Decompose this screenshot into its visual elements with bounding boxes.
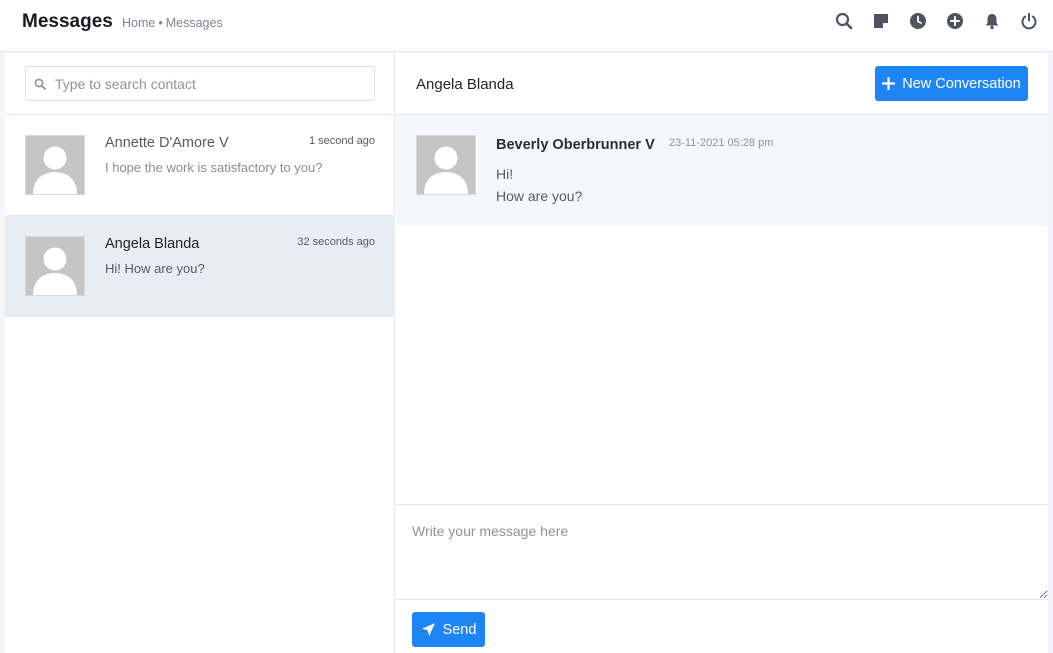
contact-item-active[interactable]: Angela Blanda 32 seconds ago Hi! How are… xyxy=(5,216,395,317)
message-list: Beverly Oberbrunner V 23-11-2021 05:28 p… xyxy=(396,115,1048,504)
search-icon[interactable] xyxy=(835,12,853,30)
avatar xyxy=(416,135,476,195)
contact-preview: I hope the work is satisfactory to you? xyxy=(105,160,323,175)
plus-icon xyxy=(882,77,896,90)
user-silhouette-icon xyxy=(417,136,475,194)
contact-name: Annette D'Amore V xyxy=(105,135,229,151)
message-text: How are you? xyxy=(496,188,583,204)
messages-panel: Annette D'Amore V 1 second ago I hope th… xyxy=(5,53,1048,653)
contact-preview: Hi! How are you? xyxy=(105,261,205,276)
conversation-panel: Angela Blanda New Conversation Beverly O… xyxy=(396,53,1048,653)
conversation-title: Angela Blanda xyxy=(416,76,514,93)
contact-search xyxy=(25,66,375,101)
top-icon-bar xyxy=(835,12,1038,30)
breadcrumb-separator: • xyxy=(158,16,163,30)
message-text: Hi! xyxy=(496,166,514,182)
avatar xyxy=(25,135,85,195)
contact-item[interactable]: Annette D'Amore V 1 second ago I hope th… xyxy=(5,115,395,216)
bell-icon[interactable] xyxy=(983,12,1001,30)
user-silhouette-icon xyxy=(26,136,84,194)
plus-circle-icon[interactable] xyxy=(946,12,964,30)
sticky-note-icon[interactable] xyxy=(872,12,890,30)
user-silhouette-icon xyxy=(26,237,84,295)
message-input[interactable] xyxy=(396,505,1048,599)
breadcrumb: Home • Messages xyxy=(122,16,223,30)
send-button[interactable]: Send xyxy=(412,612,485,647)
contact-list-panel: Annette D'Amore V 1 second ago I hope th… xyxy=(5,53,395,653)
new-conversation-button[interactable]: New Conversation xyxy=(875,66,1028,101)
page-title: Messages xyxy=(22,11,113,32)
search-input[interactable] xyxy=(55,68,370,99)
conversation-header: Angela Blanda New Conversation xyxy=(396,53,1048,115)
new-conversation-label: New Conversation xyxy=(902,75,1021,92)
paper-plane-icon xyxy=(421,623,435,636)
breadcrumb-home[interactable]: Home xyxy=(122,16,155,30)
contact-time: 1 second ago xyxy=(308,135,375,147)
message-timestamp: 23-11-2021 05:28 pm xyxy=(669,137,774,149)
breadcrumb-current: Messages xyxy=(165,16,223,30)
message-item: Beverly Oberbrunner V 23-11-2021 05:28 p… xyxy=(396,115,1048,226)
power-icon[interactable] xyxy=(1020,12,1038,30)
contact-time: 32 seconds ago xyxy=(297,236,375,248)
avatar xyxy=(25,236,85,296)
search-icon xyxy=(34,78,46,90)
message-author: Beverly Oberbrunner V xyxy=(496,137,655,153)
message-composer xyxy=(396,504,1048,600)
top-bar: Messages Home • Messages xyxy=(0,0,1053,52)
send-label: Send xyxy=(442,621,477,638)
contact-name: Angela Blanda xyxy=(105,236,200,252)
clock-icon[interactable] xyxy=(909,12,927,30)
